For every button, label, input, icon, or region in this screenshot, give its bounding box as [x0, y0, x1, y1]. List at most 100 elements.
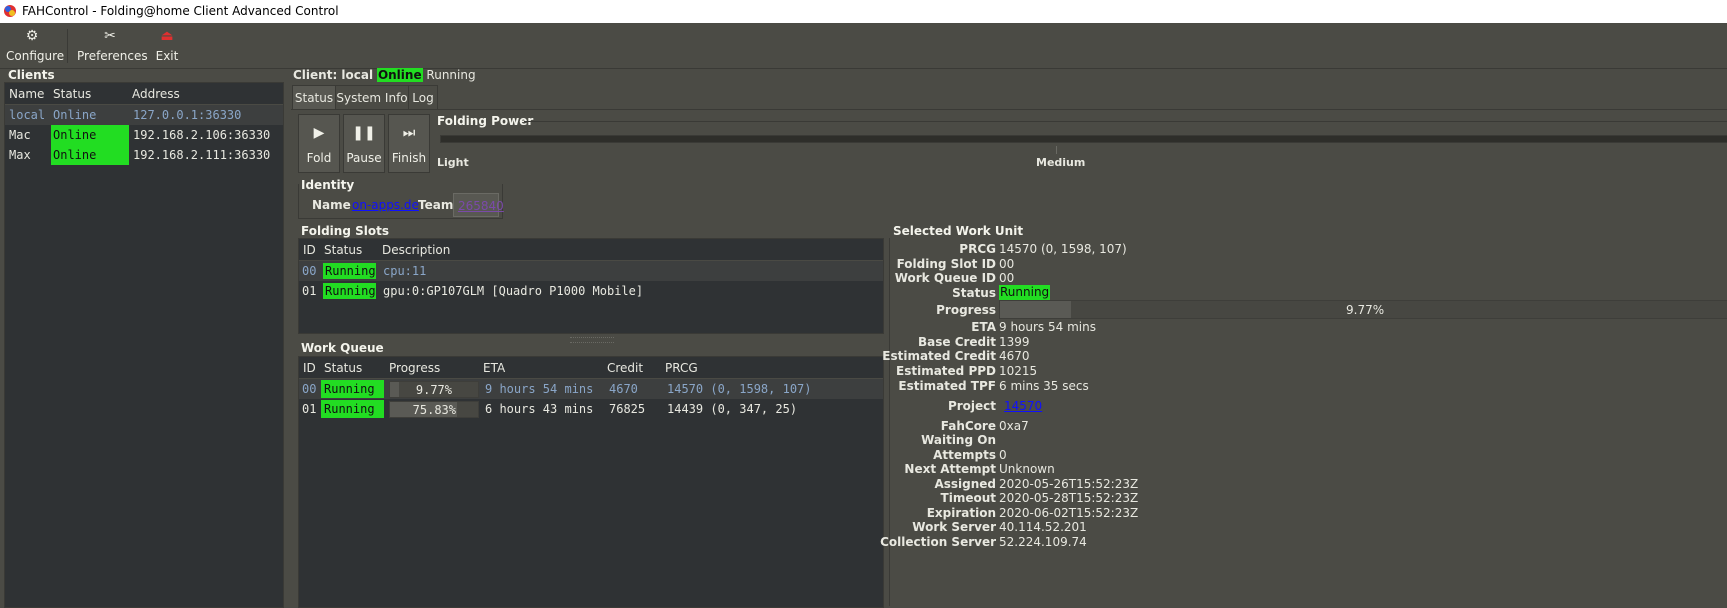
tab-status[interactable]: Status	[292, 85, 336, 110]
identity-name-label: Name	[312, 198, 351, 212]
slot-id: 00	[302, 264, 317, 278]
toolbar-divider	[67, 29, 68, 63]
wu-status-label: Status	[952, 286, 996, 300]
toolbar: ⚙ Configure ✂ Preferences ⏏ Exit	[0, 23, 1727, 69]
client-address: 127.0.0.1:36330	[133, 108, 242, 122]
tab-system-info[interactable]: System Info	[335, 85, 409, 110]
client-name: Max	[9, 148, 31, 162]
preferences-button[interactable]: ✂ Preferences	[77, 27, 148, 63]
wu-est-tpf-value: 6 mins 35 secs	[999, 379, 1089, 393]
splitter-handle[interactable]	[570, 337, 614, 343]
tab-divider	[291, 109, 1727, 110]
identity-team-label: Team	[418, 198, 454, 212]
slot-id: 01	[302, 284, 317, 298]
queue-credit: 4670	[609, 382, 638, 396]
queue-row-00[interactable]: 00 Running 9.77% 9 hours 54 mins 4670 14…	[299, 379, 883, 399]
folding-power-slider[interactable]	[440, 135, 1727, 143]
folding-slots-table[interactable]: ID Status Description 00 Running cpu:11 …	[298, 238, 884, 334]
queue-status-badge: Running	[321, 400, 384, 418]
slots-header-description[interactable]: Description	[382, 243, 450, 257]
wu-status-value: Running	[999, 285, 1051, 300]
queue-id: 01	[302, 402, 317, 416]
clients-header-status[interactable]: Status	[53, 87, 91, 101]
wu-assigned-value: 2020-05-26T15:52:23Z	[999, 477, 1139, 491]
wu-next-attempt-label: Next Attempt	[904, 462, 996, 476]
queue-row-01[interactable]: 01 Running 75.83% 6 hours 43 mins 76825 …	[299, 399, 883, 419]
client-row-mac[interactable]: Mac Online 192.168.2.106:36330	[5, 125, 283, 145]
fold-button[interactable]: ▶ Fold	[298, 114, 340, 173]
queue-header-credit[interactable]: Credit	[607, 361, 643, 375]
wu-est-tpf-label: Estimated TPF	[898, 379, 996, 393]
queue-header-id[interactable]: ID	[303, 361, 316, 375]
tab-log[interactable]: Log	[408, 85, 438, 110]
wu-collection-server-value: 52.224.109.74	[999, 535, 1087, 549]
window-title: FAHControl - Folding@home Client Advance…	[22, 4, 339, 18]
wu-progress-label: Progress	[936, 303, 996, 317]
client-header-online: Online	[376, 68, 423, 82]
slots-header-status[interactable]: Status	[324, 243, 362, 257]
slot-row-00[interactable]: 00 Running cpu:11	[299, 261, 883, 281]
finish-button[interactable]: ⏭ Finish	[388, 114, 430, 173]
wu-queue-label: Work Queue ID	[894, 271, 996, 285]
client-name: local	[9, 108, 46, 122]
wu-progress-bar: 9.77%	[999, 300, 1727, 319]
queue-header-status[interactable]: Status	[324, 361, 362, 375]
configure-button[interactable]: ⚙ Configure	[6, 27, 64, 63]
exit-button[interactable]: ⏏ Exit	[154, 27, 180, 63]
wu-next-attempt-value: Unknown	[999, 462, 1055, 476]
slot-description: cpu:11	[383, 264, 427, 278]
clients-header-address[interactable]: Address	[132, 87, 180, 101]
folding-power-frame	[524, 121, 1727, 122]
client-header-prefix: Client: local	[293, 68, 374, 82]
wu-progress-text: 9.77%	[1346, 303, 1385, 317]
slot-status-badge: Running	[323, 263, 376, 279]
folding-power-tick	[1056, 146, 1057, 154]
work-queue-table[interactable]: ID Status Progress ETA Credit PRCG 00 Ru…	[298, 356, 884, 608]
clients-list[interactable]: Name Status Address local Online 127.0.0…	[4, 82, 284, 608]
wu-project-link[interactable]: 14570	[1004, 399, 1042, 413]
wu-waiting-label: Waiting On	[921, 433, 996, 447]
slots-header-id[interactable]: ID	[303, 243, 316, 257]
wu-timeout-label: Timeout	[940, 491, 996, 505]
identity-team-link[interactable]: 265840	[458, 199, 504, 213]
wu-eta-value: 9 hours 54 mins	[999, 320, 1096, 334]
queue-eta: 6 hours 43 mins	[485, 402, 594, 416]
wu-prcg-value: 14570 (0, 1598, 107)	[999, 242, 1127, 256]
queue-id: 00	[302, 382, 317, 396]
slot-status-badge: Running	[323, 283, 376, 299]
queue-status: Running	[324, 382, 375, 396]
folding-power-title: Folding Power	[437, 114, 534, 128]
client-address: 192.168.2.106:36330	[133, 128, 271, 142]
fah-logo-icon	[4, 5, 16, 17]
folding-slots-title: Folding Slots	[301, 224, 389, 238]
wu-attempts-value: 0	[999, 448, 1007, 462]
wu-est-credit-label: Estimated Credit	[882, 349, 996, 363]
preferences-label: Preferences	[77, 49, 148, 63]
queue-progress-text: 75.83%	[412, 403, 456, 417]
identity-team-box[interactable]: 265840	[453, 193, 504, 217]
client-address: 192.168.2.111:36330	[133, 148, 271, 162]
wu-queue-value: 00	[999, 271, 1015, 285]
exit-label: Exit	[155, 49, 179, 63]
queue-header-prcg[interactable]: PRCG	[665, 361, 698, 375]
play-icon: ▶	[313, 125, 325, 141]
queue-prcg: 14570 (0, 1598, 107)	[667, 382, 812, 396]
folding-power-medium: Medium	[1036, 156, 1086, 169]
gear-icon: ⚙	[25, 28, 39, 44]
clients-header-name[interactable]: Name	[9, 87, 44, 101]
pause-label: Pause	[346, 151, 382, 165]
work-queue-title: Work Queue	[301, 341, 384, 355]
client-row-max[interactable]: Max Online 192.168.2.111:36330	[5, 145, 283, 165]
slot-row-01[interactable]: 01 Running gpu:0:GP107GLM [Quadro P1000 …	[299, 281, 883, 301]
exit-icon: ⏏	[160, 28, 174, 44]
wu-slot-label: Folding Slot ID	[896, 257, 996, 271]
queue-header-progress[interactable]: Progress	[389, 361, 440, 375]
wu-slot-value: 00	[999, 257, 1015, 271]
finish-label: Finish	[391, 151, 427, 165]
client-name: Mac	[9, 128, 31, 142]
wu-fahcore-value: 0xa7	[999, 419, 1029, 433]
pause-button[interactable]: ❚❚ Pause	[343, 114, 385, 173]
client-row-local[interactable]: local Online 127.0.0.1:36330	[5, 105, 283, 125]
identity-name-link[interactable]: on-apps.de	[352, 198, 419, 212]
queue-header-eta[interactable]: ETA	[483, 361, 505, 375]
